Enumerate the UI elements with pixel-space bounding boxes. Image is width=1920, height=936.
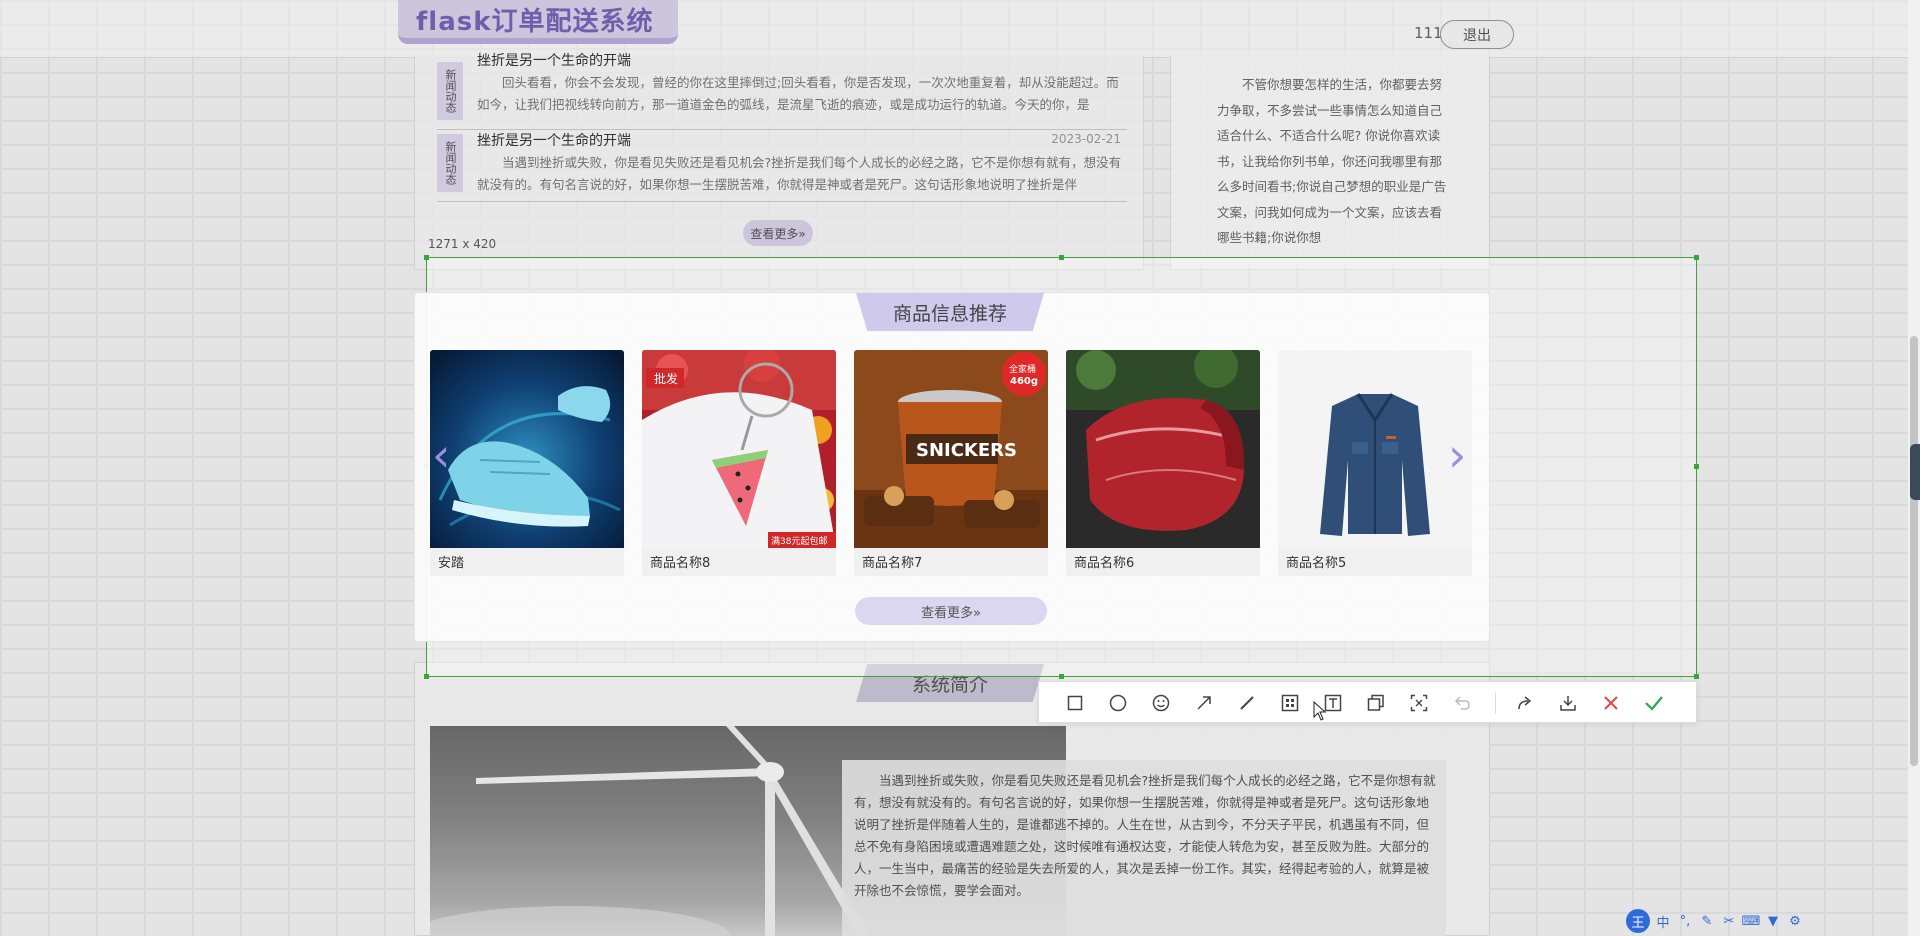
intro-text-box: 当遇到挫折或失败，你是看见失败还是看见机会?挫折是我们每个人成长的必经之路，它不… xyxy=(842,760,1446,936)
ocr-icon[interactable] xyxy=(1409,693,1429,713)
download-icon[interactable] xyxy=(1558,693,1578,713)
news-body: 回头看看，你会不会发现，曾经的你在这里摔倒过;回头看看，你是否发现，一次次地重复… xyxy=(477,75,1119,112)
undo-icon[interactable] xyxy=(1452,693,1472,713)
svg-text:SNICKERS: SNICKERS xyxy=(916,440,1017,461)
resize-handle[interactable] xyxy=(1059,674,1064,679)
screenshot-toolbar xyxy=(1038,681,1697,723)
product-card[interactable]: 安踏 xyxy=(430,350,624,576)
logo[interactable]: flask订单配送系统 xyxy=(398,0,678,44)
news-tag: 新闻动态 xyxy=(437,134,463,192)
product-name: 商品名称8 xyxy=(650,556,711,571)
mosaic-icon[interactable] xyxy=(1280,693,1300,713)
product-card[interactable]: 商品名称6 xyxy=(1066,350,1260,576)
watermelon-keychain-image: 批发 满38元起包邮 xyxy=(642,350,836,548)
resize-handle[interactable] xyxy=(424,255,429,260)
svg-text:全家桶: 全家桶 xyxy=(1009,363,1036,375)
ime-toolbar: 王 中 °, ✎ ✂ ⌨ ▼ ⚙ xyxy=(1626,908,1808,934)
settings-gear-icon[interactable]: ⚙ xyxy=(1786,911,1804,931)
news-item[interactable]: 新闻动态 挫折是另一个生命的开端 回头看看，你会不会发现，曾经的你在这里摔倒过;… xyxy=(437,53,1127,130)
punctuation-icon[interactable]: °, xyxy=(1676,911,1694,931)
product-section-title: 商品信息推荐 xyxy=(856,293,1044,331)
news-date: 2023-02-21 xyxy=(1051,132,1121,146)
product-more-button[interactable]: 查看更多» xyxy=(855,597,1047,625)
badge-shipping: 满38元起包邮 xyxy=(771,535,827,547)
side-text-panel: 不管你想要怎样的生活，你都要去努力争取，不多尝试一些事情怎么知道自己适合什么、不… xyxy=(1170,56,1490,270)
raw-beef-image xyxy=(1066,350,1260,548)
resize-handle[interactable] xyxy=(1694,255,1699,260)
selection-size-label: 1271 x 420 xyxy=(428,237,497,251)
product-name: 商品名称7 xyxy=(862,556,923,571)
sneaker-image xyxy=(430,350,624,548)
logout-button[interactable]: 退出 xyxy=(1440,20,1514,49)
product-name: 商品名称5 xyxy=(1286,556,1347,571)
ime-mode-toggle[interactable]: 中 xyxy=(1654,911,1672,931)
svg-text:460g: 460g xyxy=(1010,376,1038,387)
share-icon[interactable] xyxy=(1515,693,1535,713)
denim-jacket-image xyxy=(1278,350,1472,548)
cancel-icon[interactable] xyxy=(1601,693,1621,713)
news-item[interactable]: 新闻动态 挫折是另一个生命的开端 2023-02-21 当遇到挫折或失败，你是看… xyxy=(437,128,1127,202)
toolbar-divider xyxy=(1495,692,1496,714)
top-bar: flask订单配送系统 111 退出 xyxy=(0,0,1920,58)
skin-icon[interactable]: ▼ xyxy=(1764,911,1782,931)
resize-handle[interactable] xyxy=(424,674,429,679)
copy-icon[interactable] xyxy=(1366,693,1386,713)
news-body: 当遇到挫折或失败，你是看见失败还是看见机会?挫折是我们每个人成长的必经之路，它不… xyxy=(477,155,1122,192)
resize-handle[interactable] xyxy=(1694,464,1699,469)
news-more-button[interactable]: 查看更多» xyxy=(743,220,813,246)
news-title[interactable]: 挫折是另一个生命的开端 xyxy=(477,130,631,150)
side-drawer-handle[interactable] xyxy=(1910,444,1920,500)
line-icon[interactable] xyxy=(1237,693,1257,713)
rectangle-icon[interactable] xyxy=(1065,693,1085,713)
confirm-icon[interactable] xyxy=(1644,693,1664,713)
mouse-cursor-icon xyxy=(1313,701,1327,721)
ellipse-icon[interactable] xyxy=(1108,693,1128,713)
news-title[interactable]: 挫折是另一个生命的开端 xyxy=(477,50,631,70)
ime-logo[interactable]: 王 xyxy=(1626,909,1650,933)
arrow-icon[interactable] xyxy=(1194,693,1214,713)
product-card[interactable]: 商品名称5 xyxy=(1278,350,1472,576)
news-panel: 新闻动态 挫折是另一个生命的开端 回头看看，你会不会发现，曾经的你在这里摔倒过;… xyxy=(414,53,1144,270)
resize-handle[interactable] xyxy=(1694,674,1699,679)
product-card[interactable]: SNICKERS 全家桶 460g 商品名称7 xyxy=(854,350,1048,576)
intro-text: 当遇到挫折或失败，你是看见失败还是看见机会?挫折是我们每个人成长的必经之路，它不… xyxy=(854,773,1436,898)
side-text: 不管你想要怎样的生活，你都要去努力争取，不多尝试一些事情怎么知道自己适合什么、不… xyxy=(1217,77,1447,245)
emoji-icon[interactable] xyxy=(1151,693,1171,713)
product-name: 商品名称6 xyxy=(1074,556,1135,571)
product-card[interactable]: 批发 满38元起包邮 商品名称8 xyxy=(642,350,836,576)
snickers-tub-image: SNICKERS 全家桶 460g xyxy=(854,350,1048,548)
carousel-next-icon[interactable]: › xyxy=(1448,432,1466,478)
resize-handle[interactable] xyxy=(1059,255,1064,260)
logo-text: flask订单配送系统 xyxy=(416,6,654,37)
scissors-icon[interactable]: ✂ xyxy=(1720,911,1738,931)
handwrite-icon[interactable]: ✎ xyxy=(1698,911,1716,931)
badge-wholesale: 批发 xyxy=(654,371,678,386)
product-name: 安踏 xyxy=(438,556,465,571)
news-tag: 新闻动态 xyxy=(437,62,463,120)
scrollbar-thumb[interactable] xyxy=(1910,336,1918,766)
keyboard-icon[interactable]: ⌨ xyxy=(1742,911,1761,931)
user-name: 111 xyxy=(1414,24,1443,42)
carousel-prev-icon[interactable]: ‹ xyxy=(432,432,450,478)
